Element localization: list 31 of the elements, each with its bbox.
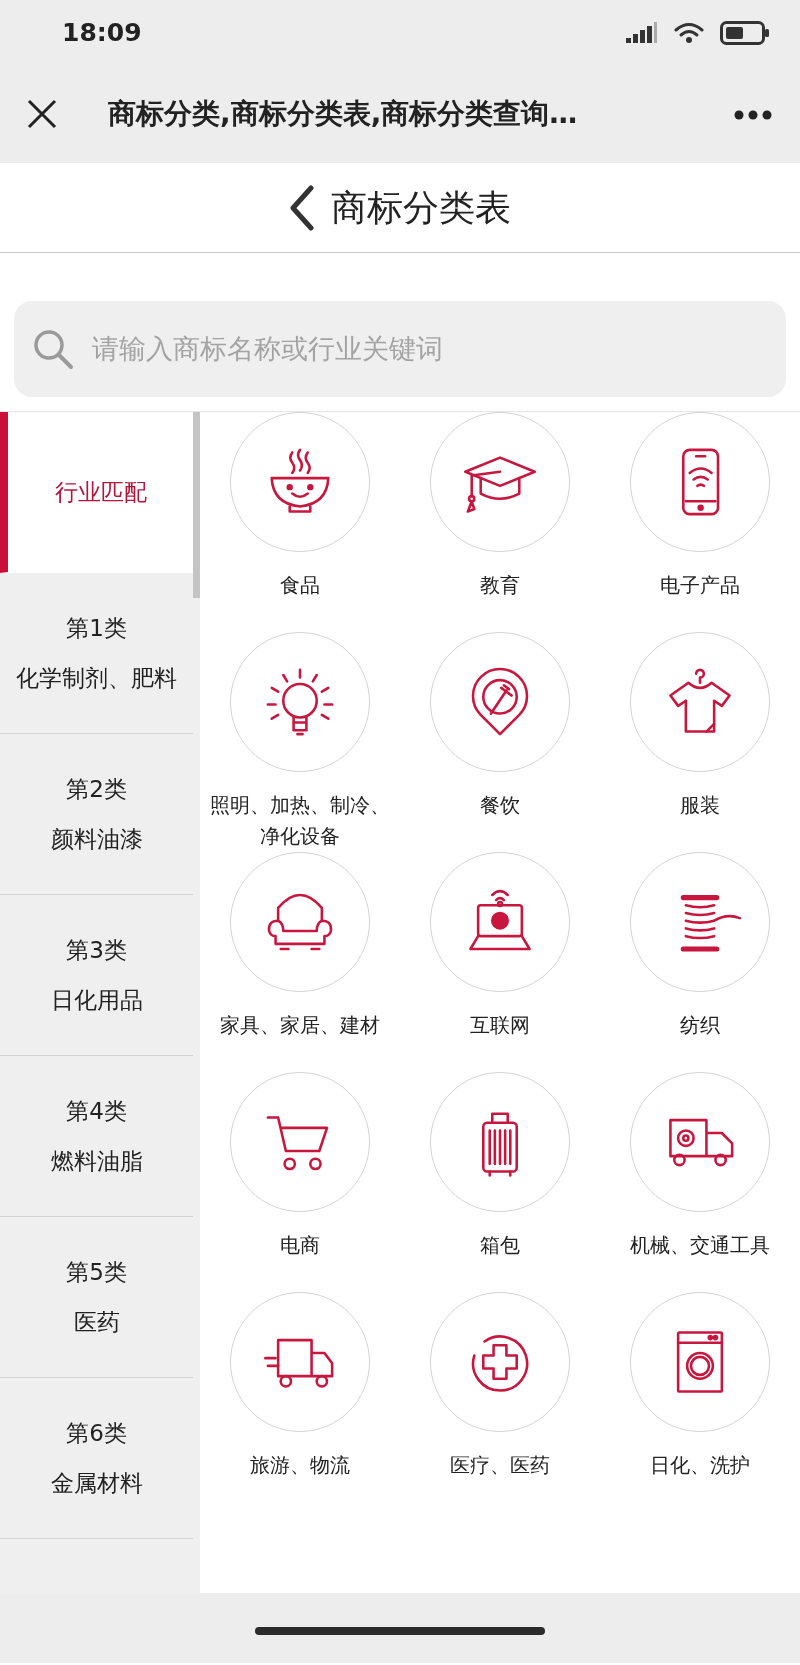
battery-icon — [720, 20, 770, 45]
category-label: 电子产品 — [660, 572, 740, 599]
category-label: 服装 — [680, 792, 720, 819]
category-label: 医疗、医药 — [450, 1452, 550, 1479]
sidebar-item[interactable]: 第3类 日化用品 — [0, 895, 193, 1056]
category-label: 教育 — [480, 572, 520, 599]
sidebar-item[interactable]: 第5类 医药 — [0, 1217, 193, 1378]
status-time: 18:09 — [62, 16, 142, 49]
category-label: 照明、加热、制冷、净化设备 — [210, 792, 390, 850]
category-label: 机械、交通工具 — [630, 1232, 770, 1259]
category-label: 食品 — [280, 572, 320, 599]
header-title: 商标分类表 — [331, 185, 511, 230]
category-label: 旅游、物流 — [250, 1452, 350, 1479]
category-label: 纺织 — [680, 1012, 720, 1039]
category-label: 餐饮 — [480, 792, 520, 819]
category-label: 互联网 — [470, 1012, 530, 1039]
sidebar-item[interactable]: 第6类 金属材料 — [0, 1378, 193, 1539]
category-label: 日化、洗护 — [650, 1452, 750, 1479]
search-field[interactable]: 请输入商标名称或行业关键词 — [90, 327, 768, 371]
category-label: 电商 — [280, 1232, 320, 1259]
search-icon — [32, 328, 74, 370]
back-button[interactable] — [289, 184, 315, 231]
category-label: 家具、家居、建材 — [220, 1012, 380, 1039]
page-title: 商标分类,商标分类表,商标分类查询… — [108, 96, 579, 132]
sidebar-item[interactable]: 第4类 燃料油脂 — [0, 1056, 193, 1217]
wifi-icon — [674, 21, 704, 44]
category-label: 箱包 — [480, 1232, 520, 1259]
signal-icon — [626, 21, 658, 44]
sidebar-item[interactable]: 第2类 颜料油漆 — [0, 734, 193, 895]
sidebar-item[interactable]: 行业匹配 — [0, 412, 193, 573]
search-field[interactable]: 请输入商标名称或行业关键词 — [14, 301, 786, 397]
